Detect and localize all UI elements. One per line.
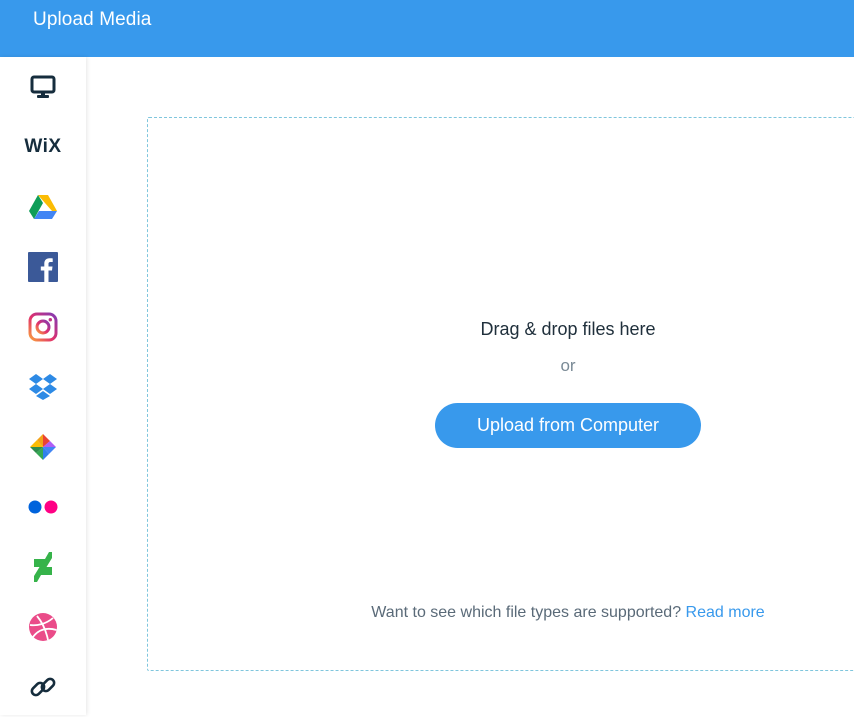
facebook-icon [28,252,58,282]
read-more-link[interactable]: Read more [686,604,765,621]
supported-file-types-text: Want to see which file types are support… [371,604,682,621]
dropbox-icon [29,374,57,400]
dribbble-icon [29,613,57,641]
upload-from-computer-button[interactable]: Upload from Computer [435,403,701,448]
drag-drop-label: Drag & drop files here [480,319,656,339]
supported-file-types-note: Want to see which file types are support… [300,604,836,622]
sidebar-item-google-photos[interactable] [0,417,86,477]
source-sidebar: WiX [0,57,86,715]
deviantart-icon [34,552,52,582]
drop-zone[interactable] [147,117,854,671]
link-icon [30,677,56,697]
header-bar: Upload Media [0,0,854,57]
google-photos-icon [30,434,56,460]
instagram-icon [28,312,58,342]
sidebar-item-my-computer[interactable] [0,57,86,117]
sidebar-item-facebook[interactable] [0,237,86,297]
sidebar-item-wix[interactable]: WiX [0,117,86,177]
monitor-icon [30,75,56,98]
or-label: or [560,356,576,375]
sidebar-item-link[interactable] [0,657,86,717]
wix-logo-icon: WiX [24,136,62,157]
sidebar-item-dribbble[interactable] [0,597,86,657]
panel-title: Upload Media [33,9,152,30]
sidebar-item-flickr[interactable] [0,477,86,537]
sidebar-item-instagram[interactable] [0,297,86,357]
google-drive-icon [29,195,57,219]
sidebar-item-dropbox[interactable] [0,357,86,417]
sidebar-item-deviantart[interactable] [0,537,86,597]
sidebar-item-google-drive[interactable] [0,177,86,237]
flickr-icon [28,500,58,514]
